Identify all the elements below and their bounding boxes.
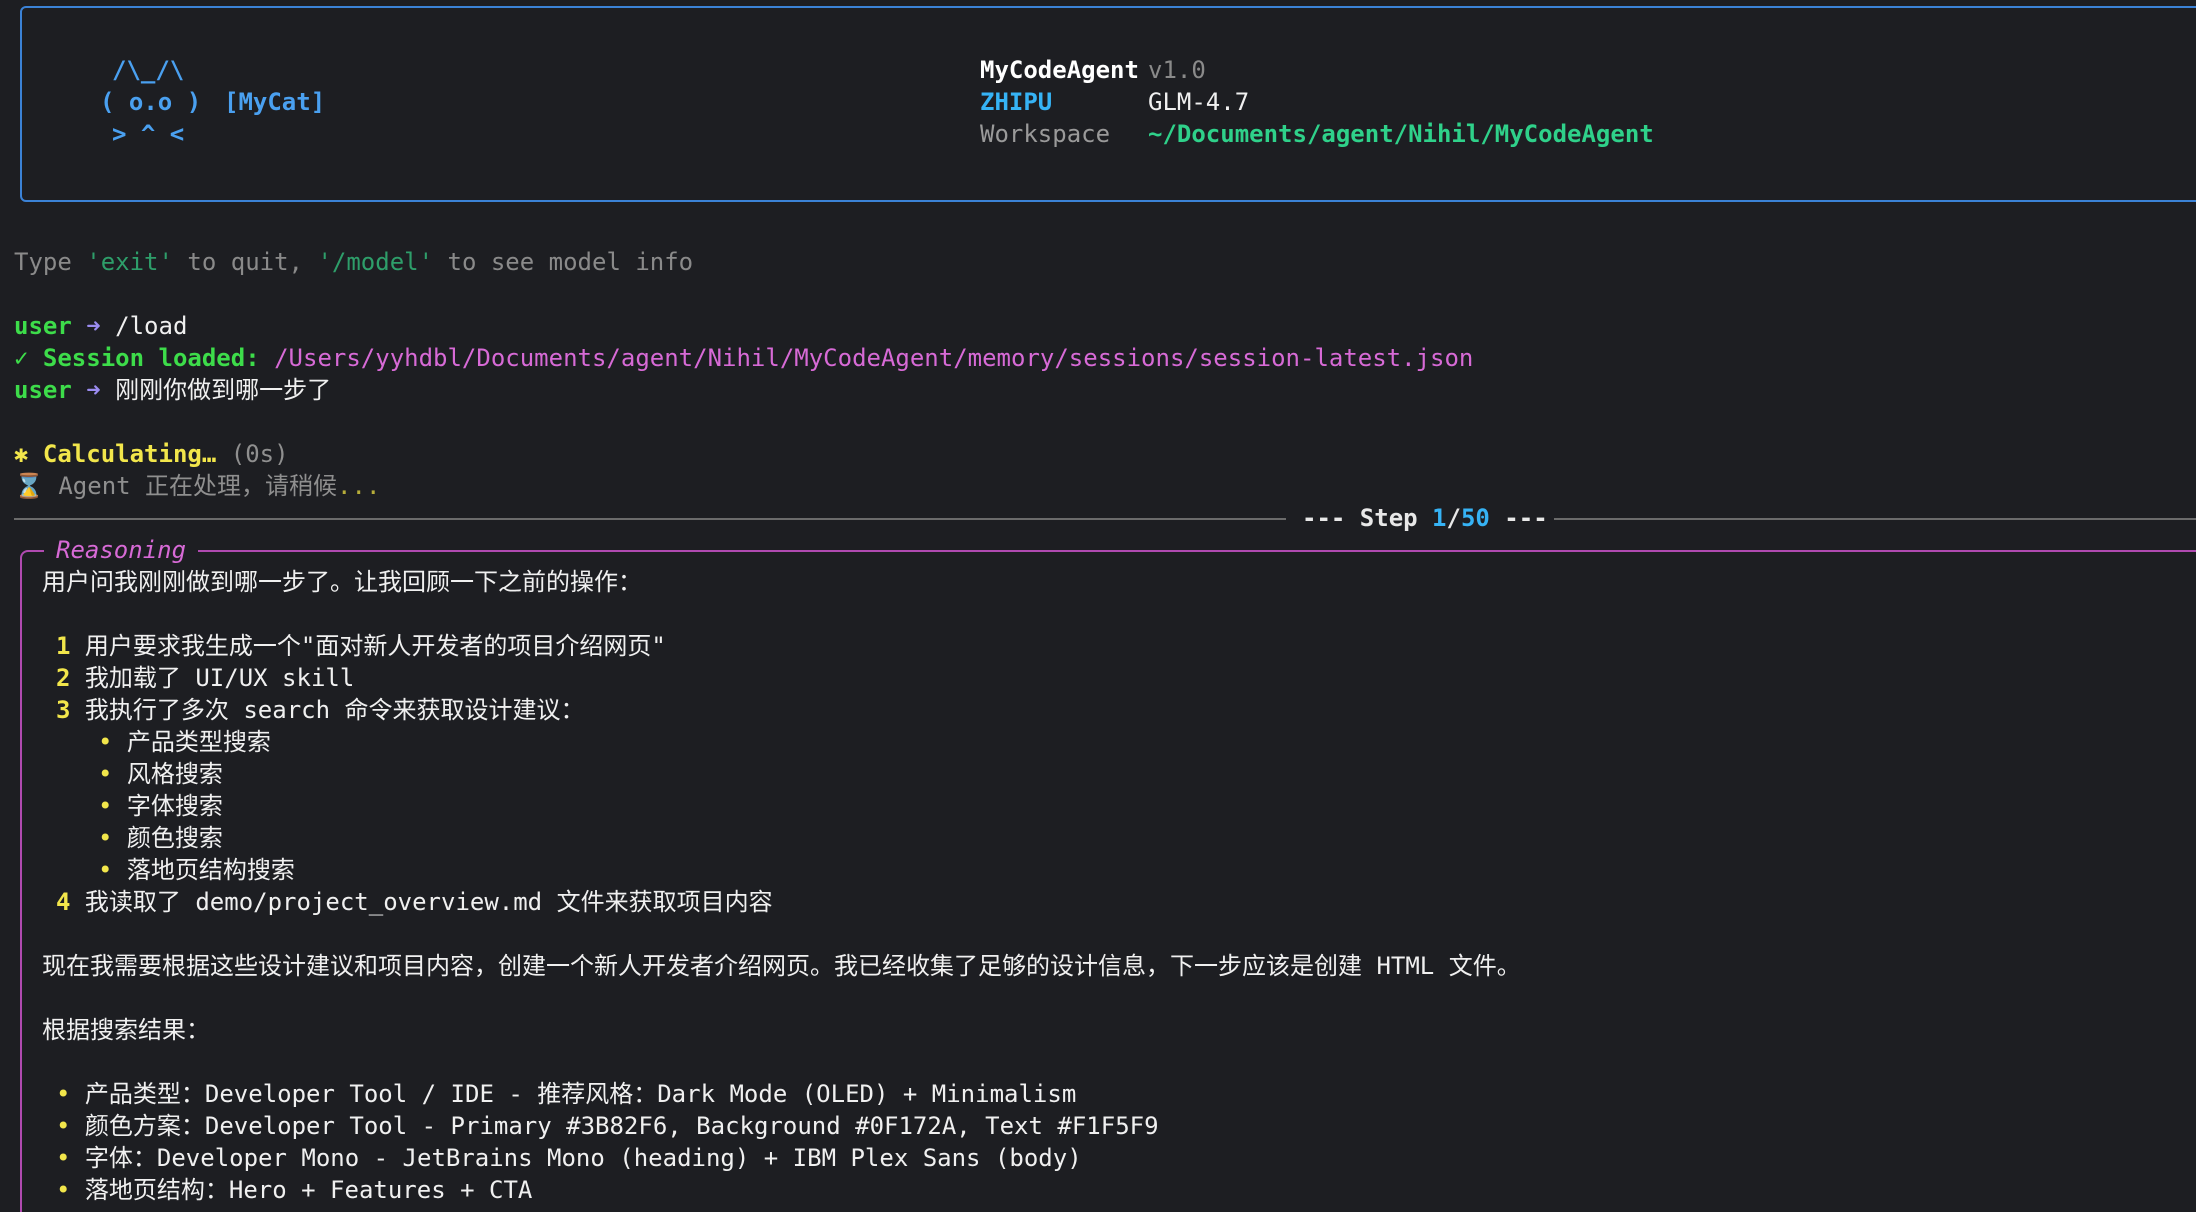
hint-model-command: '/model' <box>317 248 434 276</box>
cat-ascii-line-3: > ^ < <box>112 120 185 148</box>
step-text: 用户要求我生成一个"面对新人开发者的项目介绍网页" <box>84 632 666 660</box>
step-current: 1 <box>1432 504 1447 532</box>
reasoning-step: 2 我加载了 UI/UX skill <box>56 662 354 694</box>
results-label: 根据搜索结果： <box>42 1016 210 1044</box>
step-suffix: --- <box>1489 504 1548 532</box>
processing-dots: ... <box>337 472 381 500</box>
provider-label: ZHIPU <box>980 88 1053 116</box>
bullet-icon: • <box>98 792 113 820</box>
user-command-line: user ➜ /load <box>14 310 187 342</box>
step-divider-right <box>1554 518 2196 520</box>
reasoning-sub-item: • 字体搜索 <box>98 790 223 822</box>
session-loaded-label: ✓ Session loaded: <box>14 344 260 372</box>
bullet-icon: • <box>56 1080 71 1108</box>
workspace-label: Workspace <box>980 120 1111 148</box>
hint-line: Type 'exit' to quit, '/model' to see mod… <box>14 246 693 278</box>
bullet-icon: • <box>98 856 113 884</box>
calculating-time: (0s) <box>230 440 289 468</box>
calculating-label: ✱ Calculating… <box>14 440 217 468</box>
sub-item-text: 风格搜索 <box>126 760 223 788</box>
calculating-line: ✱ Calculating… (0s) <box>14 438 289 470</box>
sub-item-text: 产品类型搜索 <box>126 728 271 756</box>
model-name: GLM-4.7 <box>1148 88 1250 116</box>
bullet-icon: • <box>56 1144 71 1172</box>
result-text: 颜色方案：Developer Tool - Primary #3B82F6, B… <box>84 1112 1159 1140</box>
bullet-icon: • <box>98 760 113 788</box>
cat-tag: [MyCat] <box>224 88 326 116</box>
user-label: user <box>14 376 72 404</box>
reasoning-sub-item: • 落地页结构搜索 <box>98 854 295 886</box>
reasoning-title: Reasoning <box>44 534 199 566</box>
hourglass-icon: ⌛ <box>14 472 44 500</box>
hint-suffix: to see model info <box>433 248 694 276</box>
user-label: user <box>14 312 72 340</box>
app-name: MyCodeAgent <box>980 56 1139 84</box>
reasoning-sub-item: • 产品类型搜索 <box>98 726 271 758</box>
result-text: 字体：Developer Mono - JetBrains Mono (head… <box>84 1144 1082 1172</box>
reasoning-step: 1 用户要求我生成一个"面对新人开发者的项目介绍网页" <box>56 630 666 662</box>
prompt-arrow-icon: ➜ <box>86 376 101 404</box>
sub-item-text: 字体搜索 <box>126 792 223 820</box>
step-indicator: --- Step 1/50 --- <box>1302 502 1548 534</box>
bullet-icon: • <box>98 824 113 852</box>
step-text: 我加载了 UI/UX skill <box>84 664 355 692</box>
session-path: /Users/yyhdbl/Documents/agent/Nihil/MyCo… <box>274 344 1474 372</box>
step-number: 4 <box>56 888 71 916</box>
header-panel <box>20 6 2196 202</box>
step-text: 我读取了 demo/project_overview.md 文件来获取项目内容 <box>84 888 773 916</box>
user-command: /load <box>115 312 188 340</box>
user-message-line: user ➜ 刚刚你做到哪一步了 <box>14 374 331 406</box>
hint-middle: to quit, <box>172 248 318 276</box>
sub-item-text: 颜色搜索 <box>126 824 223 852</box>
reasoning-paragraph: 现在我需要根据这些设计建议和项目内容，创建一个新人开发者介绍网页。我已经收集了足… <box>42 952 1521 980</box>
workspace-path: ~/Documents/agent/Nihil/MyCodeAgent <box>1148 120 1654 148</box>
result-item: • 落地页结构：Hero + Features + CTA <box>56 1174 532 1206</box>
reasoning-sub-item: • 颜色搜索 <box>98 822 223 854</box>
cat-ascii-line-1: /\_/\ <box>112 56 185 84</box>
step-number: 3 <box>56 696 71 724</box>
reasoning-step: 4 我读取了 demo/project_overview.md 文件来获取项目内… <box>56 886 773 918</box>
step-number: 1 <box>56 632 71 660</box>
result-item: • 颜色方案：Developer Tool - Primary #3B82F6,… <box>56 1110 1159 1142</box>
bullet-icon: • <box>56 1176 71 1204</box>
user-message: 刚刚你做到哪一步了 <box>115 376 332 404</box>
bullet-icon: • <box>98 728 113 756</box>
step-divider-left <box>14 518 1286 520</box>
session-loaded-line: ✓ Session loaded: /Users/yyhdbl/Document… <box>14 342 1473 374</box>
result-item: • 字体：Developer Mono - JetBrains Mono (he… <box>56 1142 1082 1174</box>
step-text: 我执行了多次 search 命令来获取设计建议： <box>84 696 585 724</box>
result-text: 产品类型：Developer Tool / IDE - 推荐风格：Dark Mo… <box>84 1080 1077 1108</box>
processing-text: Agent 正在处理，请稍候 <box>58 472 338 500</box>
step-separator: / <box>1446 504 1461 532</box>
hint-prefix: Type <box>14 248 87 276</box>
reasoning-intro: 用户问我刚刚做到哪一步了。让我回顾一下之前的操作： <box>42 568 642 596</box>
processing-line: ⌛ Agent 正在处理，请稍候... <box>14 470 380 502</box>
sub-item-text: 落地页结构搜索 <box>126 856 295 884</box>
reasoning-step: 3 我执行了多次 search 命令来获取设计建议： <box>56 694 585 726</box>
step-number: 2 <box>56 664 71 692</box>
reasoning-sub-item: • 风格搜索 <box>98 758 223 790</box>
cat-ascii-line-2: ( o.o ) <box>100 88 202 116</box>
step-total: 50 <box>1460 504 1490 532</box>
bullet-icon: • <box>56 1112 71 1140</box>
prompt-arrow-icon: ➜ <box>86 312 101 340</box>
hint-exit-command: 'exit' <box>86 248 173 276</box>
app-version: v1.0 <box>1148 56 1206 84</box>
result-text: 落地页结构：Hero + Features + CTA <box>84 1176 533 1204</box>
step-prefix: --- Step <box>1302 504 1433 532</box>
result-item: • 产品类型：Developer Tool / IDE - 推荐风格：Dark … <box>56 1078 1076 1110</box>
